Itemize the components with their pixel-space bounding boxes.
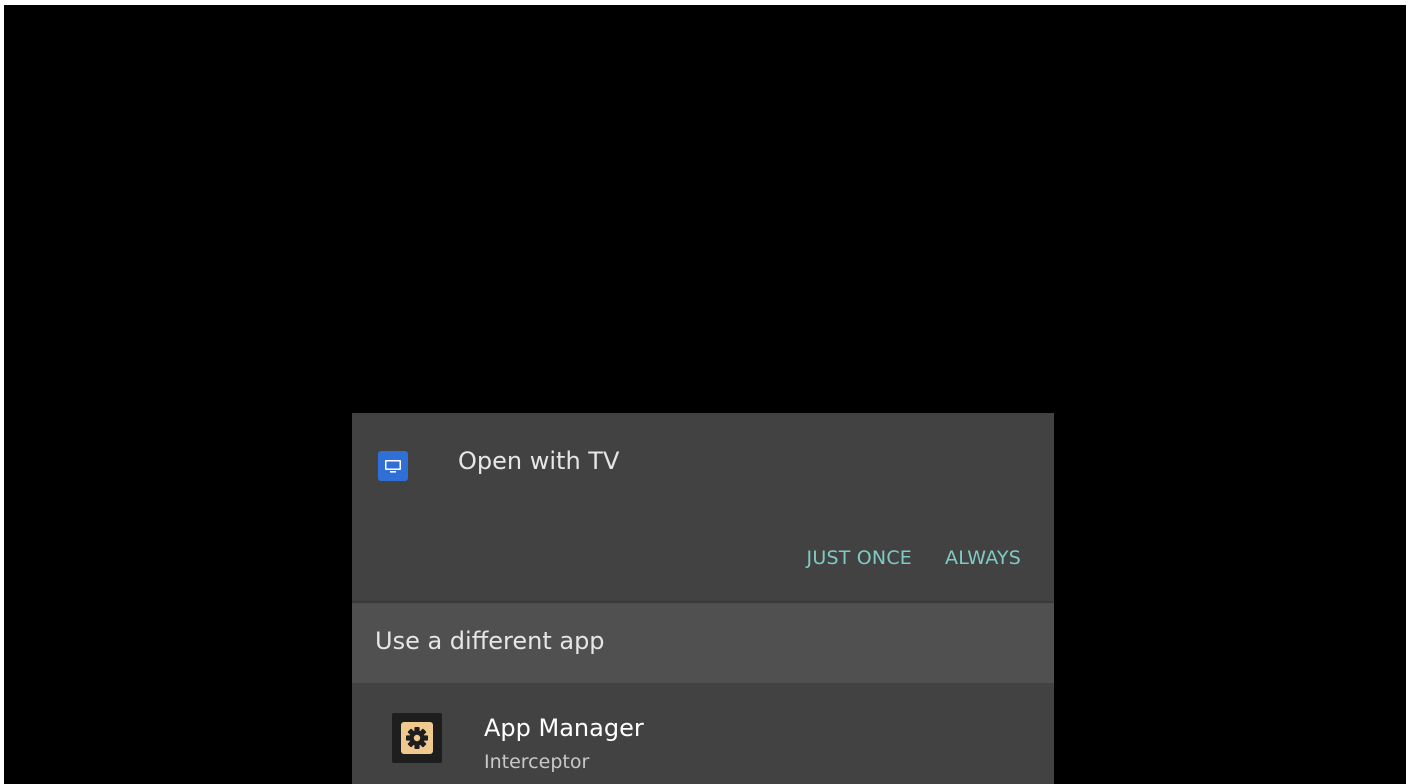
gear-icon [406, 727, 428, 749]
use-different-app-header: Use a different app [352, 603, 1054, 683]
screen: Open with TV JUST ONCE ALWAYS Use a diff… [4, 5, 1406, 784]
dialog-title: Open with TV [458, 447, 620, 475]
just-once-button[interactable]: JUST ONCE [807, 547, 912, 569]
dialog-header: Open with TV JUST ONCE ALWAYS [352, 413, 1054, 601]
app-list-item[interactable]: App Manager Interceptor [352, 683, 1054, 784]
dialog-actions: JUST ONCE ALWAYS [807, 547, 1021, 569]
app-name: App Manager [484, 714, 644, 742]
always-button[interactable]: ALWAYS [945, 547, 1021, 569]
tv-icon [378, 451, 408, 481]
open-with-dialog: Open with TV JUST ONCE ALWAYS Use a diff… [352, 413, 1054, 784]
section-title: Use a different app [375, 627, 605, 655]
app-subtitle: Interceptor [484, 751, 590, 773]
app-manager-icon [392, 713, 442, 763]
